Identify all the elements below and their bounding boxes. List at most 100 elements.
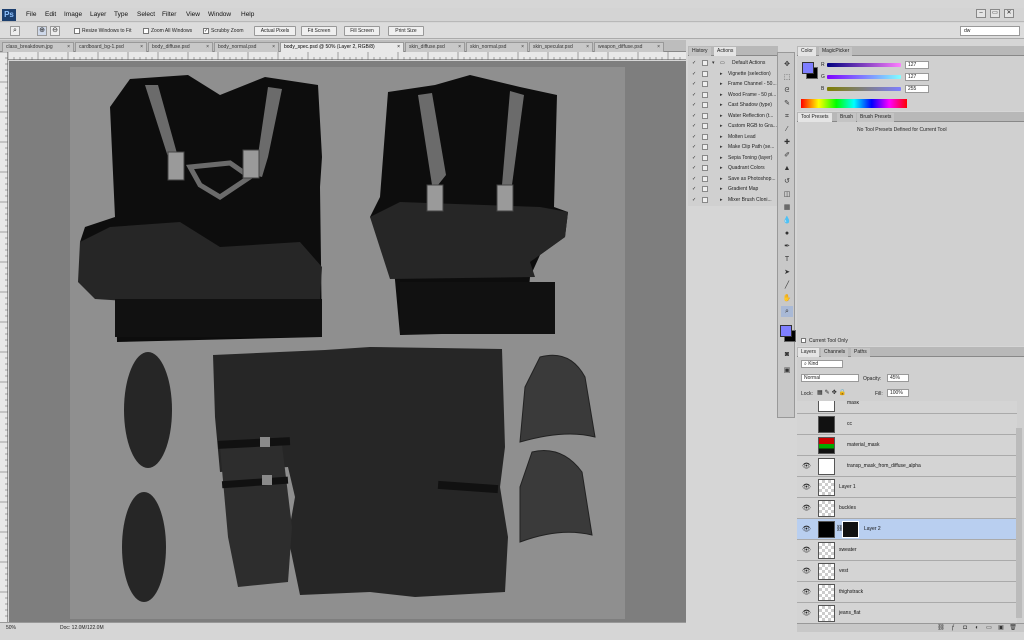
layer-row-layer-1[interactable]: 👁 Layer 1 <box>797 477 1017 498</box>
tab-class-breakdown[interactable]: class_breakdown.jpg × <box>2 42 74 52</box>
eraser-tool-icon[interactable]: ◫ <box>781 189 793 200</box>
adjustment-icon[interactable]: ◐ <box>973 624 981 632</box>
disclosure-triangle-icon[interactable]: ▸ <box>720 100 723 110</box>
layer-row-mask[interactable]: mask <box>797 401 1017 414</box>
tab-body-diffuse[interactable]: body_diffuse.psd × <box>148 42 213 52</box>
print-size-button[interactable]: Print Size <box>388 26 424 36</box>
quick-mask-icon[interactable]: ◙ <box>781 349 793 360</box>
color-spectrum[interactable] <box>801 99 907 108</box>
zoom-tool-preset-icon[interactable]: ⌕ <box>10 26 20 36</box>
close-icon[interactable]: × <box>586 43 589 52</box>
tab-color[interactable]: Color <box>798 47 816 56</box>
check-icon[interactable]: ✓ <box>692 90 696 100</box>
dialog-toggle-icon[interactable] <box>702 165 708 171</box>
gradient-tool-icon[interactable]: ▦ <box>781 202 793 213</box>
lasso-tool-icon[interactable]: ᘓ <box>781 85 793 96</box>
dialog-toggle-icon[interactable] <box>702 196 708 203</box>
close-icon[interactable]: × <box>458 43 461 52</box>
scrubby-zoom-checkbox[interactable]: ✓ <box>203 28 209 34</box>
check-icon[interactable]: ✓ <box>692 79 696 89</box>
blue-slider[interactable] <box>827 87 901 91</box>
eye-icon[interactable]: 👁 <box>802 567 811 575</box>
add-mask-icon[interactable]: ◘ <box>961 624 969 632</box>
tab-actions[interactable]: Actions <box>714 47 737 56</box>
move-tool-icon[interactable]: ✥ <box>781 59 793 70</box>
check-icon[interactable]: ✓ <box>692 121 696 131</box>
blend-mode-select[interactable]: Normal <box>801 374 859 382</box>
disclosure-triangle-icon[interactable]: ▸ <box>720 132 723 142</box>
minimize-button[interactable]: – <box>976 9 986 18</box>
foreground-color-swatch[interactable] <box>802 62 814 74</box>
check-icon[interactable]: ✓ <box>692 163 696 173</box>
menu-window[interactable]: Window <box>208 11 231 18</box>
disclosure-triangle-icon[interactable]: ▸ <box>720 195 723 205</box>
dialog-toggle-icon[interactable] <box>702 186 708 192</box>
close-button[interactable]: ✕ <box>1004 9 1014 18</box>
fx-icon[interactable]: ƒ <box>949 624 957 632</box>
dialog-toggle-icon[interactable] <box>702 123 708 129</box>
blur-tool-icon[interactable]: 💧 <box>781 215 793 226</box>
close-icon[interactable]: × <box>657 43 660 52</box>
eye-icon[interactable]: 👁 <box>802 546 811 554</box>
layer-row-sweater[interactable]: 👁 sweater <box>797 540 1017 561</box>
layer-row-buckles[interactable]: 👁 buckles <box>797 498 1017 519</box>
disclosure-triangle-icon[interactable]: ▾ <box>712 58 715 68</box>
check-icon[interactable]: ✓ <box>692 69 696 79</box>
history-brush-icon[interactable]: ↺ <box>781 176 793 187</box>
tab-layers[interactable]: Layers <box>798 348 820 357</box>
eye-icon[interactable]: 👁 <box>802 504 811 512</box>
disclosure-triangle-icon[interactable]: ▸ <box>720 184 723 194</box>
check-icon[interactable]: ✓ <box>692 111 696 121</box>
tab-brush[interactable]: Brush <box>837 113 857 122</box>
close-icon[interactable]: × <box>521 43 524 52</box>
layer-row-jeans-flat[interactable]: 👁 jeans_flat <box>797 603 1017 623</box>
dodge-tool-icon[interactable]: ● <box>781 228 793 239</box>
dialog-toggle-icon[interactable] <box>702 154 708 161</box>
eye-icon[interactable]: 👁 <box>802 525 811 533</box>
dialog-toggle-icon[interactable] <box>702 133 708 140</box>
shape-tool-icon[interactable]: ╱ <box>781 280 793 291</box>
action-item[interactable]: ✓ ▸ Frame Channel - 50... <box>688 79 778 90</box>
disclosure-triangle-icon[interactable]: ▸ <box>720 111 723 121</box>
check-icon[interactable]: ✓ <box>692 174 696 184</box>
tab-brush-presets[interactable]: Brush Presets <box>857 113 895 122</box>
maximize-button[interactable]: ▭ <box>990 9 1000 18</box>
layer-row-transp-mask[interactable]: 👁 transp_mask_from_diffuse_alpha <box>797 456 1017 477</box>
close-icon[interactable]: × <box>206 43 209 52</box>
zoom-in-icon[interactable]: ⊕ <box>37 26 47 36</box>
action-item[interactable]: ✓ ▸ Water Reflection (t... <box>688 111 778 122</box>
hand-tool-icon[interactable]: ✋ <box>781 293 793 304</box>
fill-field[interactable]: 100% <box>887 389 909 397</box>
link-layers-icon[interactable]: ⛓ <box>937 624 945 632</box>
tab-tool-presets[interactable]: Tool Presets <box>798 113 832 122</box>
check-icon[interactable]: ✓ <box>692 100 696 110</box>
opacity-field[interactable]: 45% <box>887 374 909 382</box>
dialog-toggle-icon[interactable] <box>702 112 708 119</box>
dialog-toggle-icon[interactable] <box>702 91 708 98</box>
fill-screen-button[interactable]: Fill Screen <box>344 26 380 36</box>
blue-value[interactable]: 255 <box>905 85 929 93</box>
zoom-tool-icon[interactable]: ⌕ <box>781 306 793 317</box>
action-item[interactable]: ✓ ▸ Save as Photoshop... <box>688 174 778 185</box>
tab-body-normal[interactable]: body_normal.psd × <box>214 42 279 52</box>
dialog-toggle-icon[interactable] <box>702 70 708 77</box>
dialog-toggle-icon[interactable] <box>702 144 708 150</box>
eye-icon[interactable]: 👁 <box>802 462 811 470</box>
close-icon[interactable]: × <box>67 43 70 52</box>
zoom-out-icon[interactable]: ⊖ <box>50 26 60 36</box>
disclosure-triangle-icon[interactable]: ▸ <box>720 79 723 89</box>
pen-tool-icon[interactable]: ✒ <box>781 241 793 252</box>
tab-paths[interactable]: Paths <box>851 348 870 357</box>
action-item[interactable]: ✓ ▸ Quadrant Colors <box>688 163 778 174</box>
brush-tool-icon[interactable]: ✐ <box>781 150 793 161</box>
crop-tool-icon[interactable]: ⌗ <box>781 111 793 122</box>
action-item[interactable]: ✓ ▸ Wood Frame - 50 pi... <box>688 90 778 101</box>
dialog-toggle-icon[interactable] <box>702 60 708 66</box>
layer-row-thighstrack[interactable]: 👁 thighstrack <box>797 582 1017 603</box>
new-layer-icon[interactable]: ▣ <box>997 624 1005 632</box>
stamp-tool-icon[interactable]: ▲ <box>781 163 793 174</box>
disclosure-triangle-icon[interactable]: ▸ <box>720 69 723 79</box>
close-icon[interactable]: × <box>397 43 400 52</box>
disclosure-triangle-icon[interactable]: ▸ <box>720 90 723 100</box>
action-item[interactable]: ✓ ▸ Custom RGB to Gra... <box>688 121 778 132</box>
